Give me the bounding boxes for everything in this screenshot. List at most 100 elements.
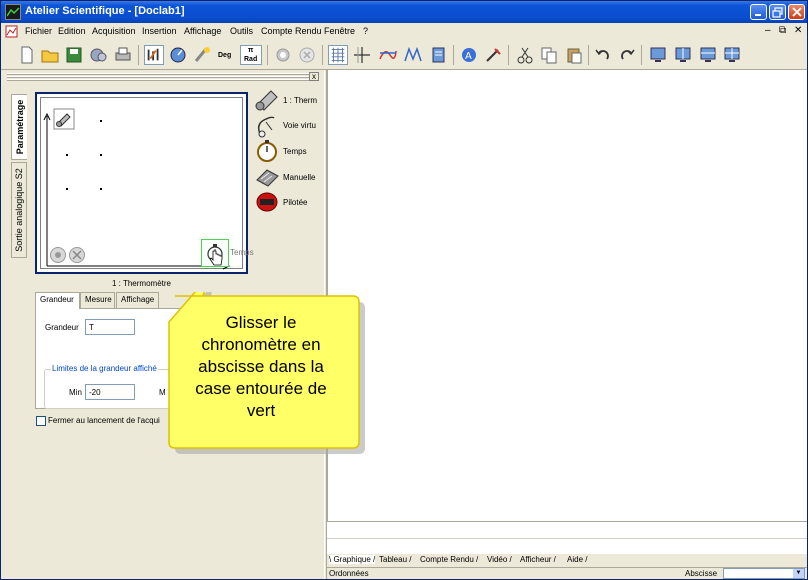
tab-graphique[interactable]: \ Graphique / — [329, 555, 376, 564]
document-area[interactable] — [327, 70, 807, 521]
mdi-close-button[interactable]: ✕ — [794, 25, 802, 36]
sensor-label-thermometre[interactable]: 1 : Therm — [283, 96, 317, 105]
abscisse-label: Abscisse — [685, 569, 718, 578]
window-layout-4-icon[interactable] — [722, 45, 742, 65]
document-tabs: \ Graphique / Tableau / Compte Rendu / V… — [327, 554, 807, 567]
undo-icon[interactable] — [593, 45, 613, 65]
rad-toggle[interactable]: π Rad — [240, 45, 262, 65]
close-button[interactable] — [788, 4, 805, 20]
sensor-label-manuelle[interactable]: Manuelle — [283, 173, 315, 182]
gauge-icon[interactable] — [168, 45, 188, 65]
mdi-minimize-button[interactable]: – — [765, 25, 771, 36]
abscisse-select[interactable]: ▼ — [723, 568, 805, 579]
deg-toggle[interactable]: Deg — [216, 45, 236, 65]
y-marker — [66, 188, 68, 190]
toolbar: Deg π Rad A — [1, 40, 807, 70]
tab-video[interactable]: Vidéo / — [487, 555, 512, 564]
crosshair-icon[interactable] — [352, 45, 372, 65]
window-layout-2-icon[interactable] — [673, 45, 693, 65]
axis-plot-area: Temps — [40, 97, 254, 270]
callout-text: Glisser le chronomètre en abscisse dans … — [195, 313, 327, 420]
pane-divider — [327, 538, 807, 539]
tab-tableau[interactable]: Tableau / — [379, 555, 411, 564]
curves-icon[interactable] — [378, 45, 398, 65]
paste-icon[interactable] — [564, 45, 584, 65]
tab-affichage[interactable]: Affichage — [116, 292, 159, 308]
sensor-label-voie-virtuelle[interactable]: Voie virtu — [283, 121, 316, 130]
new-document-icon[interactable] — [17, 45, 37, 65]
tab-afficheur[interactable]: Afficheur / — [520, 555, 556, 564]
cut-icon[interactable] — [515, 45, 535, 65]
print-icon[interactable] — [113, 45, 133, 65]
lower-pane — [327, 521, 807, 554]
y-marker — [100, 154, 102, 156]
menu-affichage[interactable]: Affichage — [184, 26, 221, 36]
cancel-icon[interactable] — [297, 45, 317, 65]
menu-outils[interactable]: Outils — [230, 26, 253, 36]
grandeur-label: Grandeur — [45, 323, 79, 332]
chevron-down-icon[interactable]: ▼ — [793, 569, 804, 578]
toolbar-separator — [453, 45, 454, 65]
menu-fichier[interactable]: Fichier — [25, 26, 52, 36]
app-icon[interactable] — [5, 4, 21, 20]
document-icon[interactable] — [5, 25, 18, 38]
pen-tool-icon[interactable] — [483, 45, 503, 65]
y-marker — [100, 120, 102, 122]
save-icon[interactable] — [64, 45, 84, 65]
keyboard-icon[interactable] — [254, 164, 280, 188]
limits-title: Limites de la grandeur affiché — [51, 364, 158, 373]
sensor-label-temps[interactable]: Temps — [283, 147, 307, 156]
redo-icon[interactable] — [617, 45, 637, 65]
modeling-icon[interactable] — [403, 45, 423, 65]
toolbar-separator — [641, 45, 642, 65]
menu-compte-rendu[interactable]: Compte Rendu — [261, 26, 322, 36]
piloted-icon[interactable] — [254, 190, 280, 214]
graph-caption: 1 : Thermomètre — [112, 279, 171, 288]
rad-label: Rad — [244, 56, 258, 63]
cursor-hand-icon — [210, 250, 223, 266]
text-tool-icon[interactable]: A — [459, 45, 479, 65]
tab-aide[interactable]: Aide / — [567, 555, 587, 564]
x-axis-drop-zone[interactable] — [201, 239, 229, 267]
tab-grandeur[interactable]: Grandeur — [35, 292, 80, 309]
vtab-parametrage[interactable]: Paramétrage — [11, 94, 27, 160]
tab-compte-rendu[interactable]: Compte Rendu / — [420, 555, 478, 564]
thermometer-y-axis-icon[interactable] — [53, 108, 75, 130]
tab-mesure[interactable]: Mesure — [80, 292, 115, 308]
record-icon[interactable] — [273, 45, 293, 65]
window-layout-1-icon[interactable] — [648, 45, 668, 65]
open-folder-icon[interactable] — [40, 45, 60, 65]
calculator-icon[interactable] — [192, 45, 212, 65]
mdi-restore-button[interactable]: ⧉ — [779, 25, 786, 36]
sensor-label-pilotee[interactable]: Pilotée — [283, 198, 307, 207]
minimize-button[interactable] — [750, 4, 767, 20]
panel-grip[interactable] — [7, 73, 311, 81]
close-on-start-checkbox[interactable] — [36, 416, 46, 426]
virtual-channel-icon[interactable] — [254, 114, 280, 138]
deg-label: Deg — [218, 52, 232, 59]
menu-help[interactable]: ? — [363, 26, 368, 36]
notebook-icon[interactable] — [428, 45, 448, 65]
panel-close-button[interactable]: x — [309, 72, 319, 81]
y-marker — [66, 154, 68, 156]
menu-edition[interactable]: Edition — [58, 26, 86, 36]
window-title: Atelier Scientifique - [Doclab1] — [25, 5, 185, 17]
stopwatch-icon[interactable] — [254, 139, 280, 163]
thermometer-icon[interactable] — [254, 88, 280, 112]
window-layout-3-icon[interactable] — [698, 45, 718, 65]
acquisition-icon[interactable] — [144, 45, 164, 65]
menu-fenetre[interactable]: Fenêtre — [324, 26, 355, 36]
grid-icon[interactable] — [328, 45, 348, 65]
vtab-sortie-analogique[interactable]: Sortie analogique S2 — [11, 162, 27, 258]
copy-icon[interactable] — [539, 45, 559, 65]
properties-icon[interactable] — [89, 45, 109, 65]
y-marker — [100, 188, 102, 190]
menu-insertion[interactable]: Insertion — [142, 26, 177, 36]
maximize-button[interactable] — [769, 4, 786, 20]
toolbar-separator — [588, 45, 589, 65]
app-window: Atelier Scientifique - [Doclab1] Fichier… — [0, 0, 808, 580]
svg-text:A: A — [465, 51, 472, 62]
grandeur-field[interactable]: T — [85, 319, 135, 335]
min-field[interactable]: -20 — [85, 384, 135, 400]
menu-acquisition[interactable]: Acquisition — [92, 26, 136, 36]
